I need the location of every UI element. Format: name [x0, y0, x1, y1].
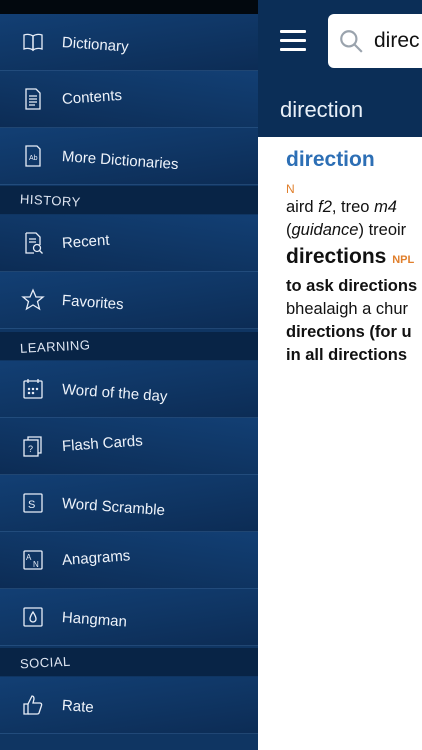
svg-text:S: S: [28, 499, 35, 511]
svg-text:Ab: Ab: [29, 155, 38, 162]
flash-cards-icon: ?: [20, 433, 46, 459]
learning-header: LEARNING: [0, 332, 258, 360]
sidebar-item-label: Word of the day: [61, 380, 168, 405]
sidebar-item-label: Anagrams: [61, 546, 131, 569]
sidebar-item-more-dictionaries[interactable]: Ab More Dictionaries: [0, 128, 258, 185]
title-bar: direction: [258, 82, 422, 137]
sidebar-item-label: Favorites: [61, 291, 125, 313]
sidebar-item-label: Rate: [61, 696, 95, 716]
example-translation: bhealaigh a chur: [286, 300, 409, 318]
sidebar-item-word-of-the-day[interactable]: Word of the day: [0, 361, 258, 418]
example: directions (for u: [286, 323, 412, 341]
example: in all directions: [286, 346, 408, 364]
svg-text:?: ?: [28, 444, 33, 454]
headword: direction: [286, 148, 375, 171]
sidebar: Dictionary Contents Ab More Dictionaries…: [0, 0, 258, 750]
document-icon: [20, 86, 46, 112]
plural-headword: directions NPL: [286, 245, 415, 268]
sidebar-item-label: Contents: [61, 86, 123, 108]
sidebar-item-dictionary[interactable]: Dictionary: [0, 14, 258, 71]
dictionaries-icon: Ab: [20, 143, 46, 169]
sidebar-item-anagrams[interactable]: AN Anagrams: [0, 532, 258, 589]
svg-text:N: N: [33, 560, 39, 569]
sidebar-item-contents[interactable]: Contents: [0, 71, 258, 128]
plural-tag: NPL: [392, 254, 415, 266]
search-box[interactable]: [328, 14, 422, 68]
star-icon: [20, 287, 46, 313]
translation-line-guidance: (guidance) treoir: [286, 221, 407, 239]
page-title: direction: [280, 96, 364, 122]
example: to ask directions: [286, 277, 418, 295]
sidebar-item-label: Recent: [61, 231, 111, 252]
sidebar-item-label: Dictionary: [61, 33, 130, 56]
search-input[interactable]: [372, 28, 422, 54]
top-bar: [258, 0, 422, 82]
scramble-icon: S: [20, 490, 46, 516]
recent-icon: [20, 230, 46, 256]
history-header: HISTORY: [0, 186, 258, 214]
part-of-speech: N: [286, 182, 295, 196]
sidebar-item-label: Word Scramble: [61, 494, 166, 519]
sidebar-item-favorites[interactable]: Favorites: [0, 272, 258, 329]
translation-line: aird f2, treo m4: [286, 198, 397, 216]
sidebar-item-label: Flash Cards: [61, 431, 144, 455]
dictionary-entry: direction N aird f2, treo m4 (guidance) …: [286, 148, 422, 367]
sidebar-item-flash-cards[interactable]: ? Flash Cards: [0, 418, 258, 475]
hangman-icon: [20, 604, 46, 630]
sidebar-item-hangman[interactable]: Hangman: [0, 589, 258, 646]
sidebar-item-rate[interactable]: Rate: [0, 677, 258, 734]
sidebar-item-label: Hangman: [61, 608, 128, 631]
sidebar-item-label: More Dictionaries: [61, 147, 180, 173]
anagrams-icon: AN: [20, 547, 46, 573]
search-icon: [340, 30, 363, 53]
calendar-icon: [20, 376, 46, 402]
thumbs-up-icon: [20, 692, 46, 718]
main-panel: direction direction N aird f2, treo m4 (…: [258, 0, 422, 750]
sidebar-item-recent[interactable]: Recent: [0, 215, 258, 272]
social-header: SOCIAL: [0, 648, 258, 676]
book-icon: [20, 29, 46, 55]
sidebar-item-word-scramble[interactable]: S Word Scramble: [0, 475, 258, 532]
hamburger-icon: [280, 30, 306, 33]
svg-text:A: A: [26, 553, 32, 562]
menu-button[interactable]: [280, 30, 306, 52]
